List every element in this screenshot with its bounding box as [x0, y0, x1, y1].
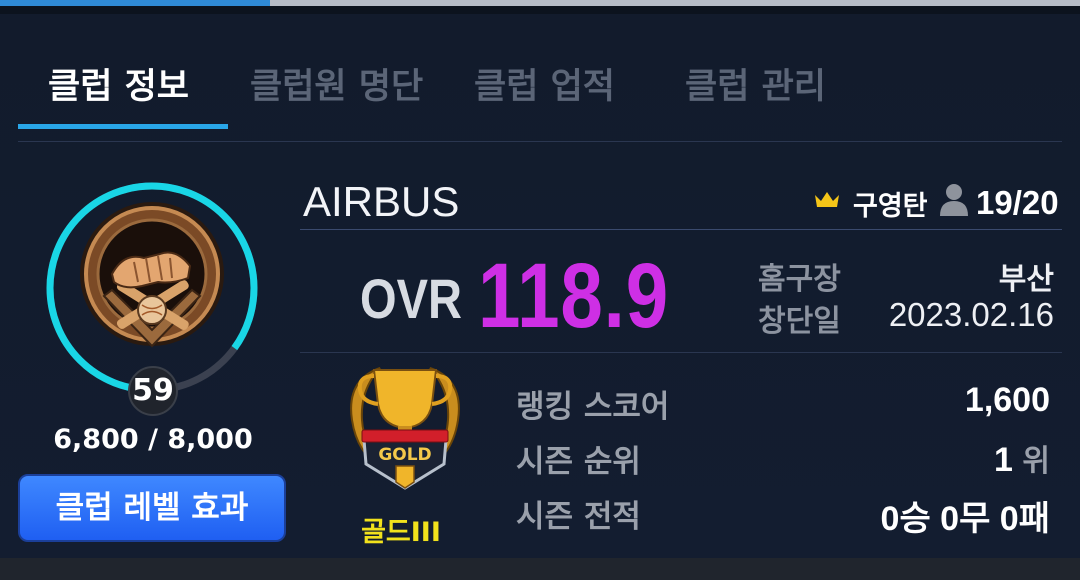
tab-member-list[interactable]: 클럽원 명단	[250, 58, 423, 109]
tabs-divider	[18, 141, 1062, 142]
top-strip	[0, 6, 1080, 14]
season-record-value: 0승 0무 0패	[880, 500, 1050, 538]
member-count: 19/20	[976, 184, 1059, 221]
club-emblem-icon	[80, 202, 224, 348]
gold-tier-trophy-icon: GOLD	[350, 367, 460, 490]
season-rank-value: 1 위	[994, 436, 1050, 480]
season-record-label: 시즌 전적	[516, 499, 641, 535]
bottom-bar	[0, 558, 1080, 580]
info-divider-secondary	[300, 352, 1062, 353]
tier-label: 골드III	[361, 517, 441, 548]
club-exp-text: 6,800 / 8,000	[53, 424, 253, 455]
info-divider	[300, 229, 1062, 230]
club-level-badge: 59	[128, 366, 178, 416]
club-name: AIRBUS	[303, 178, 460, 225]
tab-bar: 클럽 정보 클럽원 명단 클럽 업적 클럽 관리	[18, 40, 1062, 130]
ranking-score-value: 1,600	[964, 381, 1050, 419]
club-level-ring	[46, 182, 258, 394]
season-rank-label: 시즌 순위	[516, 444, 641, 480]
founded-date-value: 2023.02.16	[888, 296, 1054, 333]
home-stadium-value: 부산	[998, 262, 1054, 297]
founded-date-label: 창단일	[758, 304, 841, 339]
crown-icon	[815, 192, 839, 207]
club-level-effect-button[interactable]: 클럽 레벨 효과	[18, 474, 286, 542]
tab-club-info[interactable]: 클럽 정보	[48, 58, 189, 109]
ovr-label: OVR	[360, 267, 462, 330]
tab-club-achievements[interactable]: 클럽 업적	[474, 58, 615, 109]
active-tab-underline	[18, 124, 228, 129]
season-rank-unit: 위	[1022, 444, 1050, 479]
svg-text:GOLD: GOLD	[378, 445, 431, 465]
home-stadium-label: 홈구장	[758, 262, 841, 297]
club-leader-name: 구영탄	[853, 191, 928, 222]
ranking-score-label: 랭킹 스코어	[516, 389, 670, 425]
ovr-value: 118.9	[478, 245, 670, 347]
member-person-icon	[940, 184, 968, 216]
tab-club-management[interactable]: 클럽 관리	[685, 58, 826, 109]
season-rank-number: 1	[994, 441, 1013, 479]
